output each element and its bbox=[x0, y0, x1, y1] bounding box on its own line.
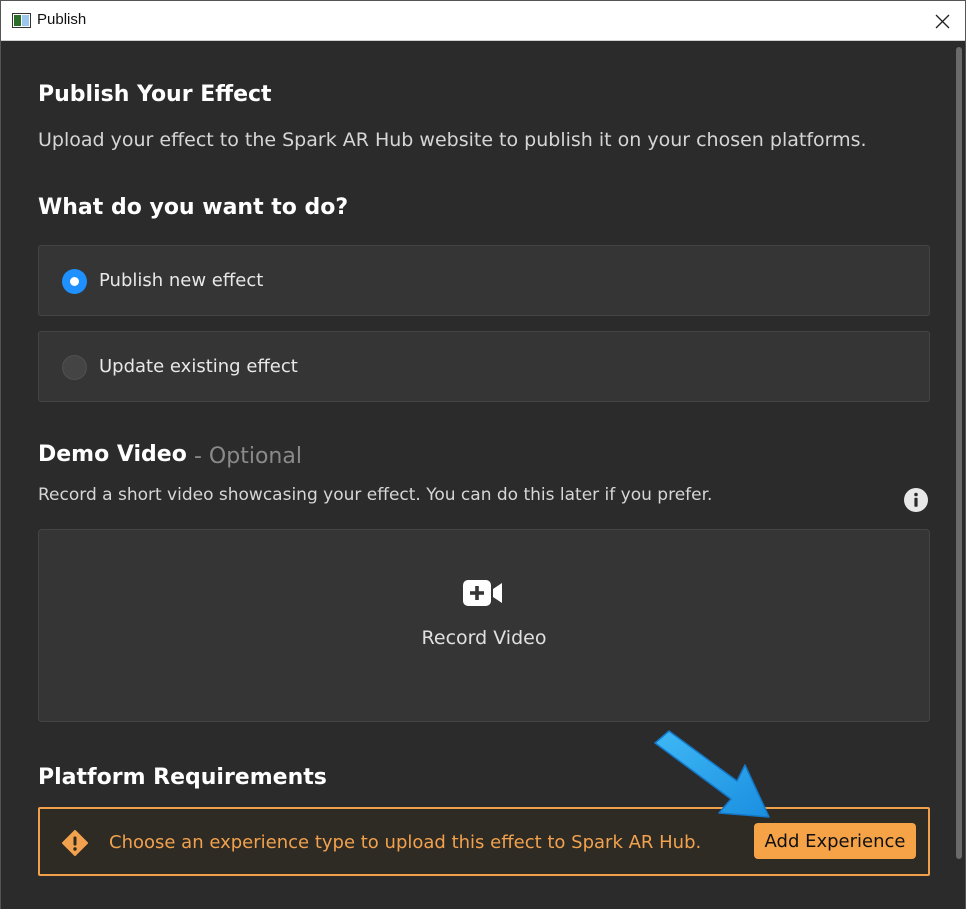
demo-video-heading: Demo Video bbox=[38, 442, 187, 467]
record-video-button[interactable]: Record Video bbox=[38, 529, 930, 722]
radio-selected[interactable] bbox=[62, 269, 87, 294]
scrollbar[interactable] bbox=[954, 41, 964, 909]
demo-video-optional-label: - Optional bbox=[194, 444, 302, 469]
option-label: Update existing effect bbox=[99, 356, 298, 377]
scrollbar-thumb[interactable] bbox=[956, 47, 962, 859]
publish-window: Publish Publish Your Effect Upload your … bbox=[0, 0, 966, 909]
close-icon[interactable] bbox=[929, 9, 955, 33]
window-title: Publish bbox=[37, 11, 87, 28]
radio-unselected[interactable] bbox=[62, 355, 87, 380]
option-update-existing-effect[interactable]: Update existing effect bbox=[38, 331, 930, 402]
title-bar: Publish bbox=[1, 1, 965, 41]
demo-video-description: Record a short video showcasing your eff… bbox=[38, 485, 713, 505]
warning-text: Choose an experience type to upload this… bbox=[109, 832, 702, 853]
publish-heading: Publish Your Effect bbox=[38, 82, 272, 107]
platform-requirements-heading: Platform Requirements bbox=[38, 765, 327, 790]
warning-icon bbox=[62, 830, 88, 856]
record-video-label: Record Video bbox=[421, 627, 547, 649]
option-publish-new-effect[interactable]: Publish new effect bbox=[38, 245, 930, 316]
video-add-icon bbox=[463, 580, 502, 606]
action-heading: What do you want to do? bbox=[38, 195, 349, 220]
publish-description: Upload your effect to the Spark AR Hub w… bbox=[38, 129, 867, 151]
add-experience-button[interactable]: Add Experience bbox=[754, 823, 916, 859]
platform-warning-banner: Choose an experience type to upload this… bbox=[38, 807, 930, 876]
option-label: Publish new effect bbox=[99, 270, 264, 291]
dialog-content: Publish Your Effect Upload your effect t… bbox=[1, 41, 965, 909]
info-icon[interactable] bbox=[904, 488, 928, 512]
app-icon bbox=[12, 13, 31, 28]
